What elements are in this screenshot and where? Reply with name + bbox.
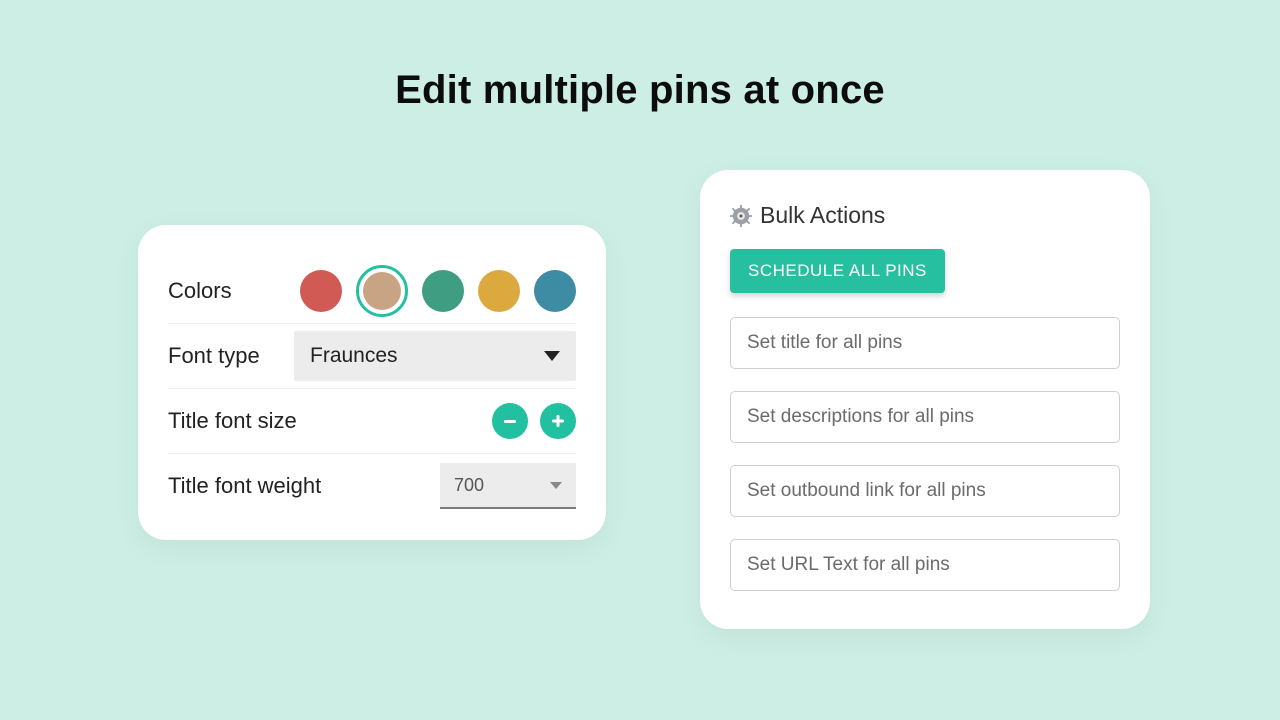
- font-type-select[interactable]: Fraunces: [294, 331, 576, 381]
- color-swatch-5[interactable]: [534, 270, 576, 312]
- colors-label: Colors: [168, 278, 232, 304]
- chevron-down-icon: [550, 482, 562, 489]
- page-title: Edit multiple pins at once: [0, 68, 1280, 113]
- set-description-placeholder: Set descriptions for all pins: [747, 406, 974, 428]
- title-font-size-row: Title font size: [168, 389, 576, 454]
- font-weight-select[interactable]: 700: [440, 463, 576, 509]
- set-title-input[interactable]: Set title for all pins: [730, 317, 1120, 369]
- bulk-actions-title: Bulk Actions: [760, 202, 885, 229]
- title-font-size-label: Title font size: [168, 408, 297, 434]
- set-url-text-placeholder: Set URL Text for all pins: [747, 554, 950, 576]
- chevron-down-icon: [544, 351, 560, 361]
- font-size-stepper: [492, 403, 576, 439]
- set-title-placeholder: Set title for all pins: [747, 332, 902, 354]
- font-type-row: Font type Fraunces: [168, 324, 576, 389]
- color-swatch-2-inner: [363, 272, 401, 310]
- set-outbound-link-input[interactable]: Set outbound link for all pins: [730, 465, 1120, 517]
- bulk-actions-panel: Bulk Actions SCHEDULE ALL PINS Set title…: [700, 170, 1150, 629]
- increase-button[interactable]: [540, 403, 576, 439]
- title-font-weight-label: Title font weight: [168, 473, 321, 499]
- schedule-all-pins-button[interactable]: SCHEDULE ALL PINS: [730, 249, 945, 293]
- color-swatch-2-selected[interactable]: [356, 265, 408, 317]
- set-url-text-input[interactable]: Set URL Text for all pins: [730, 539, 1120, 591]
- decrease-button[interactable]: [492, 403, 528, 439]
- gear-icon: [730, 205, 752, 227]
- font-type-value: Fraunces: [310, 344, 398, 368]
- color-swatch-4[interactable]: [478, 270, 520, 312]
- font-weight-value: 700: [454, 475, 484, 496]
- color-swatches: [300, 265, 576, 317]
- set-outbound-placeholder: Set outbound link for all pins: [747, 480, 986, 502]
- set-description-input[interactable]: Set descriptions for all pins: [730, 391, 1120, 443]
- font-type-label: Font type: [168, 343, 260, 369]
- colors-row: Colors: [168, 259, 576, 324]
- bulk-actions-header: Bulk Actions: [730, 202, 1120, 229]
- color-swatch-1[interactable]: [300, 270, 342, 312]
- style-panel: Colors Font type Fraunces Title font siz…: [138, 225, 606, 540]
- color-swatch-3[interactable]: [422, 270, 464, 312]
- title-font-weight-row: Title font weight 700: [168, 454, 576, 518]
